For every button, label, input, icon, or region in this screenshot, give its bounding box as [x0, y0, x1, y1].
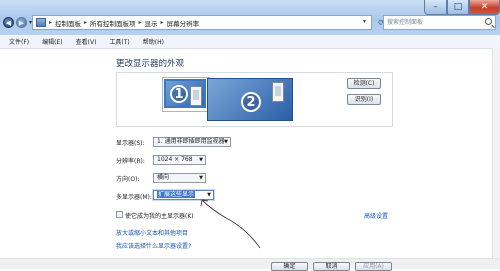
- back-button[interactable]: ◀: [3, 17, 14, 28]
- ok-button[interactable]: 确定: [271, 262, 308, 271]
- breadcrumb-display[interactable]: 显示: [142, 18, 161, 28]
- monitor-2[interactable]: 2: [207, 78, 293, 121]
- menu-help[interactable]: 帮助(H): [134, 37, 168, 46]
- breadcrumb-all-items[interactable]: 所有控制面板项: [87, 18, 139, 28]
- close-button[interactable]: ✕: [469, 0, 500, 15]
- display-value: 1. 通用非即插即用监视器: [157, 138, 225, 145]
- monitor-number-1: 1: [170, 85, 188, 103]
- monitor-number-2: 2: [241, 92, 261, 112]
- display-label: 显示器(S):: [116, 140, 145, 147]
- orientation-label: 方向(O):: [116, 176, 140, 183]
- forward-button[interactable]: ▶: [16, 17, 27, 28]
- address-bar[interactable]: ▸ 控制面板 ▸ 所有控制面板项 ▸ 显示 ▸ 屏幕分辨率 ▾: [32, 15, 372, 30]
- display-select[interactable]: 1. 通用非即插即用监视器 ▼: [153, 137, 231, 147]
- orientation-value: 横向: [157, 174, 170, 181]
- resolution-value: 1024 × 768: [157, 156, 193, 163]
- address-dropdown[interactable]: ▾: [360, 18, 369, 28]
- search-input[interactable]: 搜索控制面板: [383, 15, 496, 30]
- primary-display-checkbox[interactable]: [116, 211, 123, 218]
- identify-button[interactable]: 识别(I): [347, 94, 381, 105]
- control-panel-icon: [36, 18, 46, 27]
- multiple-displays-label: 多显示器(M):: [116, 194, 152, 201]
- menu-view[interactable]: 查看(V): [67, 37, 101, 46]
- annotation-arrow: [200, 199, 261, 249]
- chevron-down-icon: ▼: [199, 175, 203, 181]
- title-address-bar: – □ ✕ ◀ ▶ ▾ ▸ 控制面板 ▸ 所有控制面板项 ▸ 显示 ▸ 屏幕分辨…: [0, 0, 500, 35]
- search-icon[interactable]: [485, 18, 492, 25]
- advanced-settings-link[interactable]: 高级设置: [364, 211, 388, 220]
- monitor-1[interactable]: 1: [162, 77, 210, 112]
- menu-edit[interactable]: 编辑(E): [33, 37, 66, 46]
- menu-file[interactable]: 文件(F): [0, 37, 33, 46]
- page-title: 更改显示器的外观: [116, 59, 185, 69]
- menu-bar: 文件(F) 编辑(E) 查看(V) 工具(T) 帮助(H): [0, 35, 500, 49]
- search-placeholder: 搜索控制面板: [387, 19, 424, 26]
- vertical-scrollbar[interactable]: [492, 48, 500, 258]
- detect-button[interactable]: 检测(C): [347, 78, 381, 89]
- maximize-button[interactable]: □: [447, 0, 469, 15]
- minimize-button[interactable]: –: [424, 0, 447, 15]
- menu-tools[interactable]: 工具(T): [100, 37, 133, 46]
- resolution-label: 分辨率(R):: [116, 158, 145, 165]
- primary-display-label[interactable]: 使它成为我的主显示器(K): [125, 211, 194, 220]
- breadcrumb-control-panel[interactable]: 控制面板: [52, 18, 84, 28]
- breadcrumb-screen-resolution[interactable]: 屏幕分辨率: [164, 18, 203, 28]
- orientation-select[interactable]: 横向 ▼: [153, 173, 206, 183]
- resolution-select[interactable]: 1024 × 768 ▼: [153, 155, 206, 165]
- cancel-button[interactable]: 取消: [313, 262, 350, 271]
- apply-button[interactable]: 应用(A): [355, 262, 392, 271]
- chevron-down-icon: ▼: [199, 157, 203, 163]
- text-size-link[interactable]: 放大或缩小文本和其他项目: [116, 228, 188, 237]
- chevron-down-icon: ▼: [224, 139, 228, 145]
- monitor-thumbnail-icon: [272, 82, 284, 102]
- button-bar: [0, 258, 500, 269]
- display-settings-help-link[interactable]: 我应该选择什么显示器设置?: [116, 241, 191, 250]
- monitor-thumbnail-icon: [190, 86, 202, 106]
